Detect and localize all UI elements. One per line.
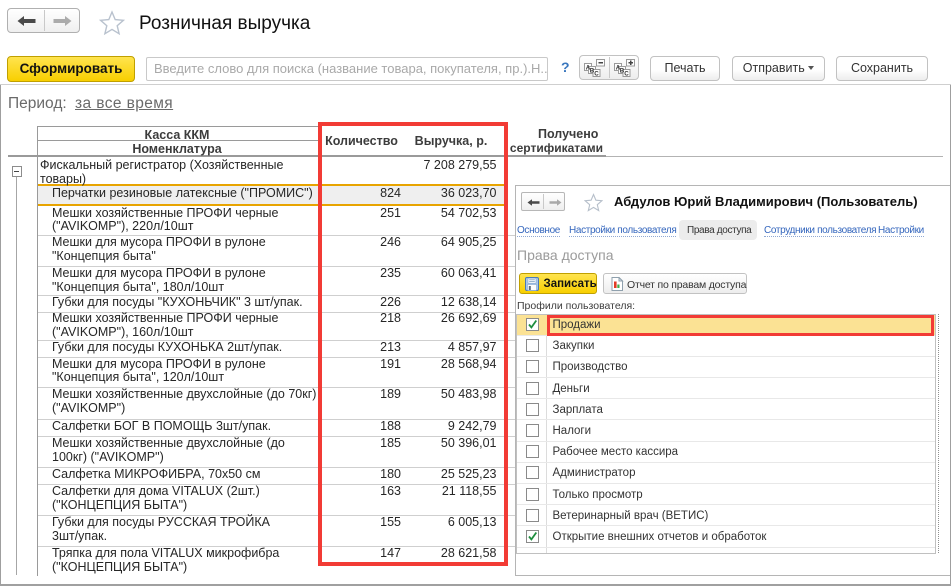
svg-text:C: C: [624, 70, 629, 77]
svg-text:C: C: [594, 70, 599, 77]
